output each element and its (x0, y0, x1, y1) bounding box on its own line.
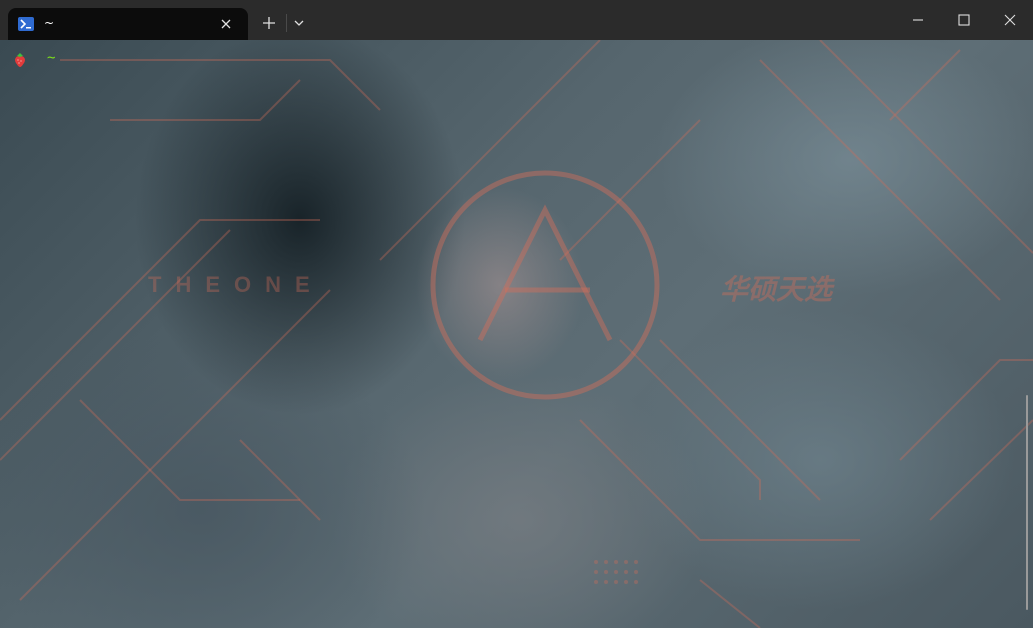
terminal-pane[interactable]: ~ THEONE 华硕天选 (0, 40, 1033, 628)
close-tab-icon[interactable] (218, 16, 234, 32)
tab-active[interactable]: ~ (8, 8, 248, 40)
close-button[interactable] (987, 0, 1033, 40)
background-circuit-art (0, 40, 1033, 628)
title-bar: ~ (0, 0, 1033, 40)
maximize-icon (958, 14, 970, 26)
background-watermark-cjk: 华硕天选 (720, 273, 833, 306)
powershell-icon (18, 17, 34, 31)
scrollbar-thumb[interactable] (1026, 395, 1028, 610)
plus-icon[interactable] (259, 13, 279, 33)
prompt-path: ~ (47, 50, 56, 66)
minimize-icon (913, 19, 923, 21)
strawberry-icon (12, 52, 28, 68)
close-icon (1004, 14, 1016, 26)
chevron-down-icon[interactable] (290, 13, 308, 33)
minimize-button[interactable] (895, 0, 941, 40)
background-watermark-latin: THEONE (148, 272, 324, 297)
tab-separator (286, 14, 287, 32)
maximize-button[interactable] (941, 0, 987, 40)
tab-title: ~ (44, 16, 55, 30)
